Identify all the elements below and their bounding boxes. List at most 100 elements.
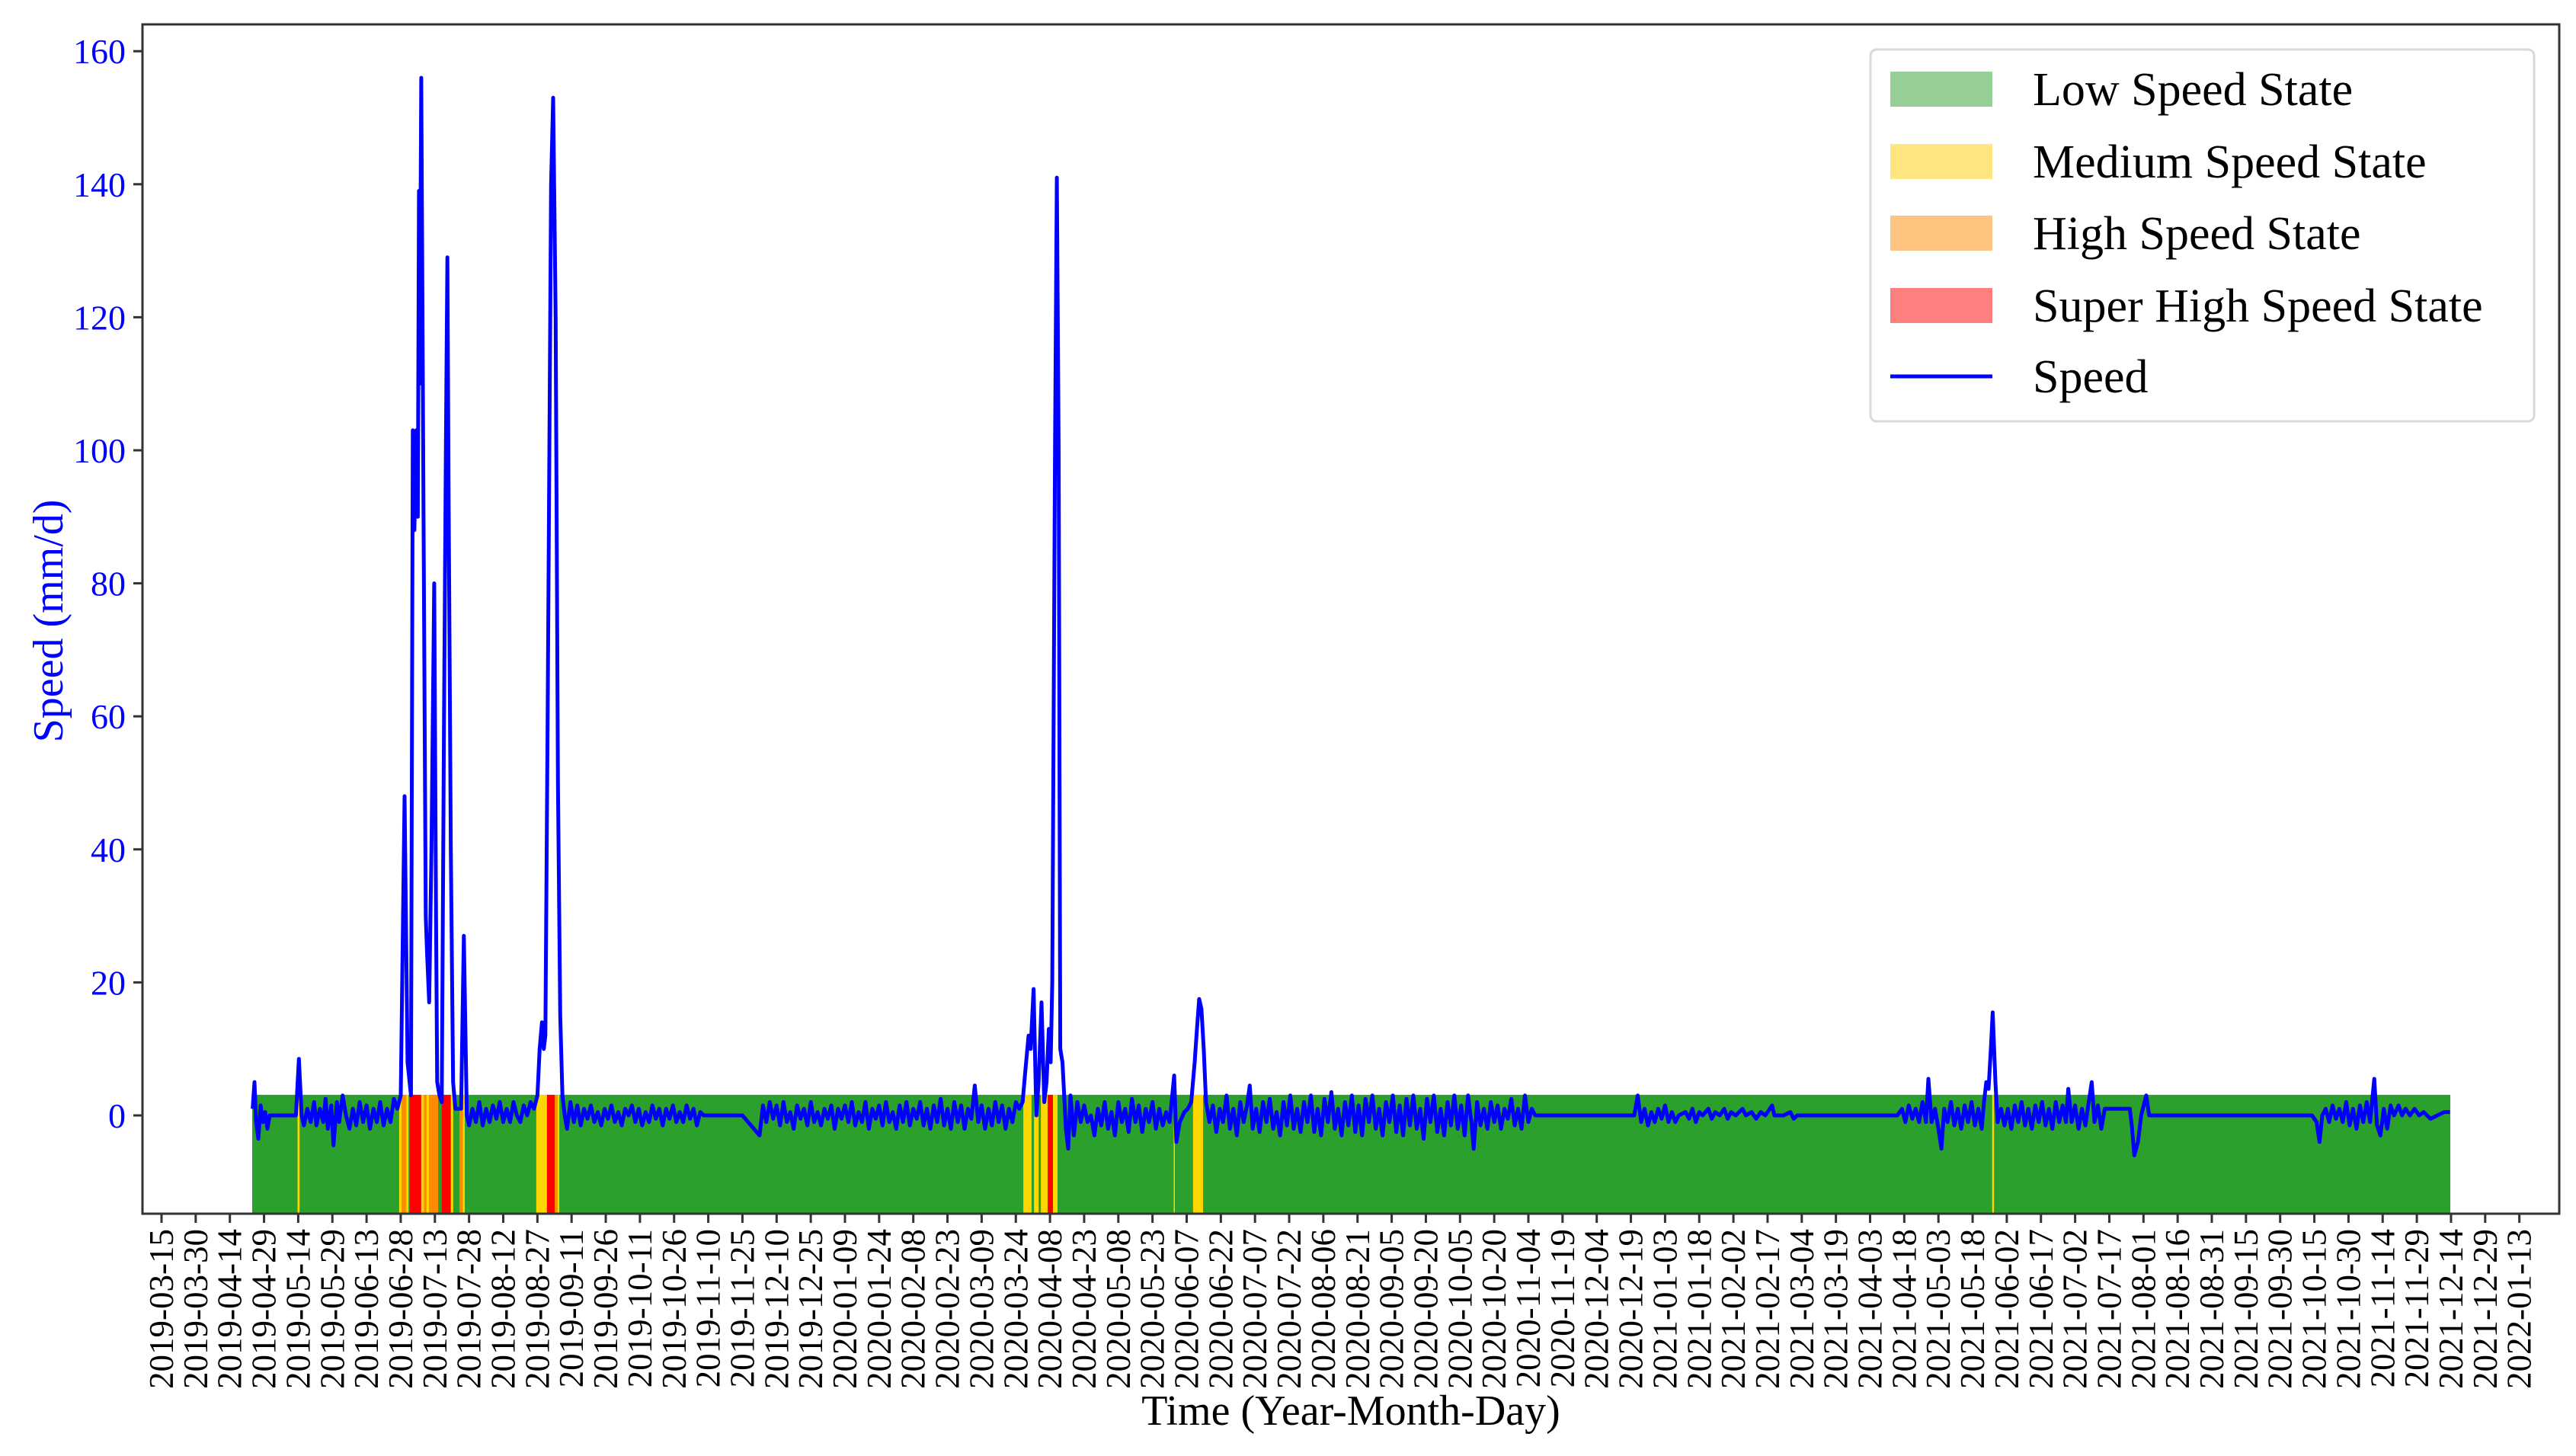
x-tick-label: 2021-12-14 [2432,1229,2470,1389]
x-tick-label: 2019-07-28 [450,1229,488,1389]
speed-state-chart: 0 20 40 60 80 100 120 140 160 2019-03-152019-03-… [25,23,2561,1435]
state-band-medium [426,1094,430,1214]
state-band-super [409,1094,421,1214]
x-tick-label: 2021-09-15 [2227,1229,2265,1389]
x-tick-label: 2021-06-02 [1988,1229,2026,1389]
state-band-high [402,1094,407,1214]
x-tick-label: 2021-12-29 [2466,1229,2504,1389]
y-tick-label: 60 [91,697,126,736]
x-tick-label: 2019-07-13 [416,1229,454,1389]
y-tick-label: 140 [73,165,126,204]
x-tick-label: 2019-05-14 [279,1229,317,1389]
state-band-medium [398,1094,402,1214]
x-tick-label: 2020-06-22 [1202,1229,1240,1389]
x-tick-label: 2020-05-23 [1134,1229,1172,1389]
x-tick-label: 2019-03-15 [142,1229,181,1389]
x-tick-label: 2019-05-29 [313,1229,351,1389]
x-tick-label: 2020-09-05 [1373,1229,1411,1389]
x-tick-label: 2019-12-25 [792,1229,830,1389]
x-tick-label: 2019-08-12 [485,1229,523,1389]
y-tick-label: 0 [108,1096,126,1135]
x-tick-label: 2020-11-04 [1509,1229,1547,1387]
x-tick-label: 2020-12-19 [1612,1229,1650,1389]
legend-label-super: Super High Speed State [2033,280,2483,332]
x-tick-label: 2019-09-26 [587,1229,625,1389]
state-band-medium [406,1094,409,1214]
y-tick-label: 160 [73,32,126,71]
y-tick-label: 40 [91,830,126,869]
x-axis-ticks: 2019-03-152019-03-302019-04-142019-04-29… [142,1214,2539,1389]
x-tick-label: 2019-06-13 [347,1229,386,1389]
state-band-high [459,1094,463,1214]
x-tick-label: 2019-06-28 [382,1229,420,1389]
x-tick-label: 2021-04-03 [1851,1229,1890,1389]
x-tick-label: 2021-04-18 [1885,1229,1923,1389]
x-tick-label: 2021-11-14 [2363,1229,2402,1387]
x-tick-label: 2021-09-30 [2261,1229,2299,1389]
x-tick-label: 2019-08-27 [518,1229,556,1389]
state-band-medium [421,1094,424,1214]
x-tick-label: 2019-04-14 [211,1229,249,1389]
state-band-medium [1192,1094,1204,1214]
x-tick-label: 2020-06-07 [1168,1229,1206,1389]
x-tick-label: 2020-01-24 [860,1229,898,1389]
y-tick-label: 120 [73,298,126,337]
x-tick-label: 2021-11-29 [2398,1229,2436,1387]
x-tick-label: 2020-07-22 [1270,1229,1308,1389]
legend-label-speed: Speed [2033,351,2149,403]
x-tick-label: 2020-04-23 [1065,1229,1103,1389]
x-tick-label: 2019-10-26 [655,1229,693,1389]
x-tick-label: 2020-02-23 [929,1229,967,1389]
x-tick-label: 2019-12-10 [757,1229,795,1389]
x-tick-label: 2021-02-02 [1714,1229,1752,1389]
state-band-super [441,1094,451,1214]
x-tick-label: 2019-03-30 [177,1229,215,1389]
state-band-medium [450,1094,453,1214]
x-tick-label: 2021-07-02 [2056,1229,2094,1389]
x-tick-label: 2021-01-18 [1680,1229,1718,1389]
y-tick-label: 20 [91,963,126,1002]
state-band-high [424,1094,427,1214]
x-tick-label: 2021-02-17 [1749,1229,1787,1389]
x-tick-label: 2020-03-24 [997,1229,1035,1389]
x-tick-label: 2020-09-20 [1406,1229,1445,1389]
x-tick-label: 2020-10-05 [1441,1229,1479,1389]
x-tick-label: 2019-10-11 [621,1229,659,1387]
x-tick-label: 2021-05-18 [1954,1229,1992,1389]
x-tick-label: 2020-05-08 [1099,1229,1138,1389]
x-tick-label: 2020-04-08 [1031,1229,1069,1389]
state-band-high [429,1094,438,1214]
x-tick-label: 2021-08-01 [2124,1229,2162,1389]
x-tick-label: 2021-05-03 [1919,1229,1957,1389]
legend-swatch-medium [1890,144,1992,179]
x-tick-label: 2021-03-19 [1817,1229,1855,1389]
legend-label-medium: Medium Speed State [2033,136,2427,188]
state-band-medium [462,1094,465,1214]
x-tick-label: 2020-07-07 [1236,1229,1274,1389]
state-band-medium [536,1094,547,1214]
x-tick-label: 2019-11-10 [690,1229,728,1387]
x-tick-label: 2020-03-09 [962,1229,1000,1389]
x-tick-label: 2021-08-31 [2193,1229,2231,1389]
state-band-medium [1041,1094,1048,1214]
state-band-medium [1992,1094,1995,1214]
x-tick-label: 2020-02-08 [894,1229,933,1389]
x-axis-title: Time (Year-Month-Day) [1141,1387,1560,1435]
legend-swatch-low [1890,72,1992,107]
x-tick-label: 2021-10-30 [2329,1229,2367,1389]
x-tick-label: 2021-06-17 [2022,1229,2060,1389]
state-band-medium [1023,1094,1032,1214]
state-band-medium [1052,1094,1058,1214]
x-tick-label: 2020-01-09 [826,1229,864,1389]
state-band-super [546,1094,555,1214]
x-tick-label: 2021-10-15 [2296,1229,2334,1389]
x-tick-label: 2020-10-20 [1475,1229,1513,1389]
x-tick-label: 2021-03-04 [1783,1229,1821,1389]
x-tick-label: 2020-11-19 [1544,1229,1582,1387]
x-tick-label: 2021-08-16 [2158,1229,2197,1389]
y-tick-label: 100 [73,431,126,470]
legend-swatch-high [1890,216,1992,251]
state-band-super [1048,1094,1053,1214]
y-axis-title: Speed (mm/d) [25,500,72,743]
x-tick-label: 2021-01-03 [1646,1229,1684,1389]
